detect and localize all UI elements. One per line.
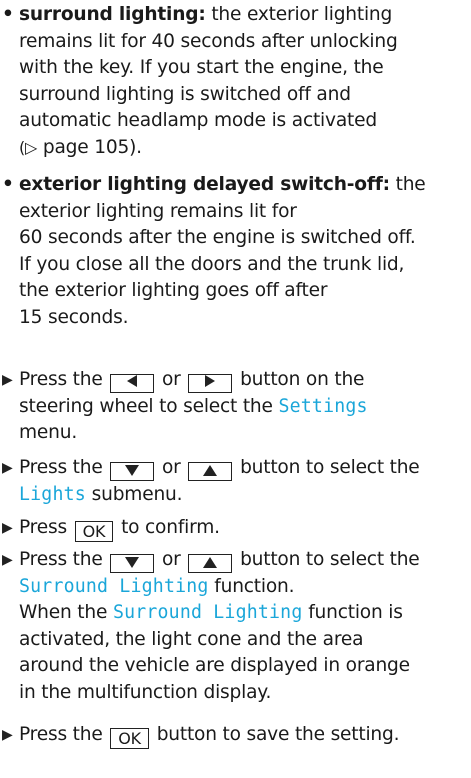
bullet-text: 60 seconds after the engine is switched …: [19, 227, 416, 248]
page-ref-symbol: (▷: [19, 137, 38, 157]
step-arrow-icon: ▶: [2, 372, 13, 388]
page-ref-text: page 105).: [42, 136, 142, 158]
bullet-term: exterior lighting delayed switch-off:: [19, 174, 390, 195]
bullet-symbol: •: [2, 174, 14, 195]
step-text: Press: [19, 517, 67, 538]
bullet-text: If you close all the doors and the trunk…: [19, 253, 405, 275]
step-text: to confirm.: [121, 517, 220, 538]
bullet-exterior-lighting-delay: • exterior lighting delayed switch-off: …: [0, 172, 465, 331]
step-text: or: [162, 369, 181, 390]
step-text: button on the: [240, 369, 365, 390]
step-text: function is: [308, 602, 403, 623]
step-text: function.: [214, 575, 295, 597]
step-confirm: ▶ Press OK to confirm.: [0, 515, 465, 542]
step-text: in the multifunction display.: [19, 681, 272, 703]
step-text: button to select the: [240, 549, 420, 570]
bullet-text: remains lit for 40 seconds after unlocki…: [19, 30, 398, 52]
step-text: activated, the light cone and the area: [19, 628, 364, 650]
bullet-text: exterior lighting remains lit for: [19, 200, 297, 222]
step-text: steering wheel to select the: [19, 395, 273, 417]
step-text: Press the: [19, 724, 103, 745]
manual-page: • surround lighting: the exterior lighti…: [0, 0, 471, 778]
display-lights-label: Lights: [19, 483, 86, 505]
step-text: When the: [19, 602, 108, 623]
bullet-text: surround lighting is switched off and: [19, 83, 351, 105]
step-text: menu.: [19, 422, 78, 443]
step-arrow-icon: ▶: [2, 727, 13, 743]
right-arrow-button-icon: [188, 374, 233, 393]
bullet-symbol: •: [2, 4, 14, 25]
bullet-text: with the key. If you start the engine, t…: [19, 57, 384, 78]
ok-button-icon: OK: [110, 728, 149, 749]
bullet-term: surround lighting:: [19, 4, 206, 25]
step-text: submenu.: [91, 483, 183, 505]
step-text: Press the: [19, 549, 103, 570]
bullet-text: the exterior lighting goes off after: [19, 280, 328, 301]
step-text: Press the: [19, 369, 103, 390]
left-arrow-button-icon: [110, 374, 155, 393]
display-surround-lighting-label: Surround Lighting: [19, 575, 209, 597]
step-arrow-icon: ▶: [2, 552, 13, 568]
step-select-lights-submenu: ▶ Press the or button to select the Ligh…: [0, 455, 465, 508]
down-arrow-button-icon: [110, 554, 155, 573]
bullet-text: 15 seconds.: [19, 306, 129, 328]
step-select-settings-menu: ▶ Press the or button on the steering wh…: [0, 367, 465, 447]
step-text: or: [162, 549, 181, 570]
up-arrow-button-icon: [188, 462, 233, 481]
step-text: or: [162, 457, 181, 478]
down-arrow-button-icon: [110, 462, 155, 481]
step-text: button to select the: [240, 457, 420, 478]
step-arrow-icon: ▶: [2, 460, 13, 476]
step-arrow-icon: ▶: [2, 520, 13, 536]
step-text: Press the: [19, 457, 103, 478]
bullet-text: the exterior lighting: [211, 4, 393, 25]
display-settings-label: Settings: [278, 395, 368, 417]
step-save-setting: ▶ Press the OK button to save the settin…: [0, 722, 465, 749]
step-text: around the vehicle are displayed in oran…: [19, 655, 410, 676]
step-text: button to save the setting.: [156, 724, 400, 745]
bullet-surround-lighting: • surround lighting: the exterior lighti…: [0, 2, 465, 161]
up-arrow-button-icon: [188, 554, 233, 573]
bullet-text: the: [395, 174, 426, 195]
step-select-surround-lighting: ▶ Press the or button to select the Surr…: [0, 547, 465, 706]
ok-button-icon: OK: [74, 521, 114, 542]
bullet-text: automatic headlamp mode is activated: [19, 110, 377, 131]
display-surround-lighting-label: Surround Lighting: [112, 602, 303, 623]
